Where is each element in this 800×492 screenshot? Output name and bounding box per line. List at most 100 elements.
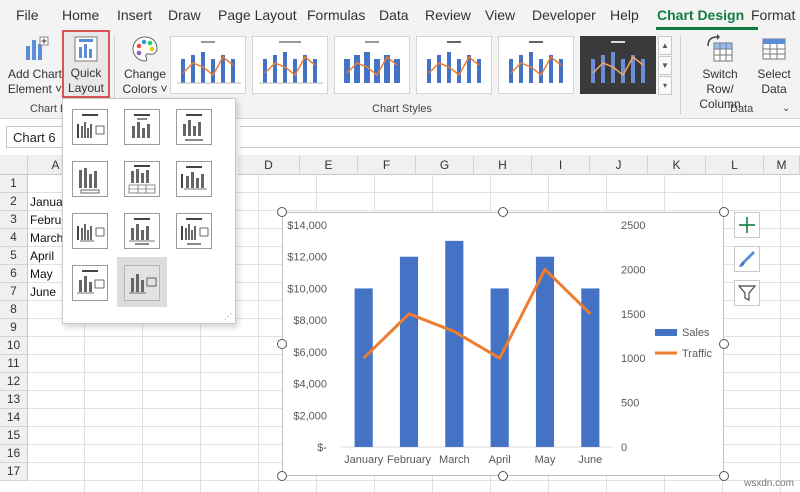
cell-a5[interactable]: April bbox=[30, 249, 54, 263]
chart-style-5-preview bbox=[509, 41, 563, 83]
row-header[interactable]: 17 bbox=[0, 463, 28, 481]
collapse-ribbon-icon[interactable]: ⌄ bbox=[782, 103, 790, 114]
quick-layout-option-11[interactable] bbox=[124, 265, 160, 301]
resize-grip-icon[interactable]: ⋰ bbox=[224, 312, 232, 321]
row-header[interactable]: 6 bbox=[0, 265, 28, 283]
layout-6-preview bbox=[181, 166, 207, 190]
quick-layout-option-4[interactable] bbox=[72, 161, 108, 197]
chart-filters-button[interactable] bbox=[734, 280, 760, 306]
quick-layout-option-10[interactable] bbox=[72, 265, 108, 301]
layout-8-preview bbox=[129, 218, 155, 245]
resize-handle-bottom-left[interactable] bbox=[277, 471, 287, 481]
row-header[interactable]: 2 bbox=[0, 193, 28, 211]
chart-style-1[interactable] bbox=[170, 36, 246, 94]
cell-a7[interactable]: June bbox=[30, 285, 56, 299]
resize-handle-bottom-right[interactable] bbox=[719, 471, 729, 481]
tab-chart-design[interactable]: Chart Design bbox=[657, 7, 744, 23]
tab-file[interactable]: File bbox=[16, 7, 39, 23]
column-header-f[interactable]: F bbox=[358, 155, 416, 175]
row-header[interactable]: 4 bbox=[0, 229, 28, 247]
row-header[interactable]: 10 bbox=[0, 337, 28, 355]
select-all-corner[interactable] bbox=[0, 155, 28, 175]
row-header[interactable]: 15 bbox=[0, 427, 28, 445]
tab-format[interactable]: Format bbox=[751, 7, 795, 23]
row-header[interactable]: 3 bbox=[0, 211, 28, 229]
column-header-l[interactable]: L bbox=[706, 155, 764, 175]
quick-layout-button[interactable]: Quick Layout ˅ bbox=[62, 30, 110, 110]
resize-handle-right[interactable] bbox=[719, 339, 729, 349]
chart-elements-button[interactable] bbox=[734, 212, 760, 238]
gallery-up-button[interactable]: ▲ bbox=[658, 36, 672, 55]
resize-handle-top[interactable] bbox=[498, 207, 508, 217]
x-tick-label: March bbox=[439, 454, 470, 466]
row-header[interactable]: 13 bbox=[0, 391, 28, 409]
tab-home[interactable]: Home bbox=[62, 7, 99, 23]
resize-handle-top-left[interactable] bbox=[277, 207, 287, 217]
resize-handle-bottom[interactable] bbox=[498, 471, 508, 481]
tab-data[interactable]: Data bbox=[379, 7, 409, 23]
combo-chart[interactable]: $- $2,000 $4,000 $6,000 $8,000 $10,000 $12,000… bbox=[282, 212, 724, 476]
add-chart-element-label-1: Add Chart bbox=[7, 67, 63, 81]
ribbon-separator bbox=[680, 36, 681, 114]
row-header[interactable]: 1 bbox=[0, 175, 28, 193]
chart-style-4[interactable] bbox=[416, 36, 492, 94]
quick-layout-option-7[interactable] bbox=[72, 213, 108, 249]
tab-review[interactable]: Review bbox=[425, 7, 471, 23]
y2-tick-label: 1500 bbox=[621, 309, 645, 321]
column-header-k[interactable]: K bbox=[648, 155, 706, 175]
formula-bar[interactable] bbox=[240, 126, 800, 148]
chart-style-2[interactable] bbox=[252, 36, 328, 94]
tab-insert[interactable]: Insert bbox=[117, 7, 152, 23]
row-header[interactable]: 8 bbox=[0, 301, 28, 319]
column-header-g[interactable]: G bbox=[416, 155, 474, 175]
column-header-m[interactable]: M bbox=[764, 155, 800, 175]
row-header[interactable]: 14 bbox=[0, 409, 28, 427]
column-header-d[interactable]: D bbox=[238, 155, 300, 175]
column-header-h[interactable]: H bbox=[474, 155, 532, 175]
column-header-i[interactable]: I bbox=[532, 155, 590, 175]
gallery-more-button[interactable]: ▾ bbox=[658, 76, 672, 95]
gallery-down-button[interactable]: ▼ bbox=[658, 56, 672, 75]
row-header[interactable]: 12 bbox=[0, 373, 28, 391]
y-tick-label: $8,000 bbox=[293, 315, 327, 327]
cell-a6[interactable]: May bbox=[30, 267, 53, 281]
tab-page-layout[interactable]: Page Layout bbox=[218, 7, 297, 23]
column-header-e[interactable]: E bbox=[300, 155, 358, 175]
add-chart-element-button[interactable]: Add Chart Element ˅ bbox=[6, 34, 64, 97]
chart-styles-button[interactable] bbox=[734, 246, 760, 272]
y-tick-label: $2,000 bbox=[293, 410, 327, 422]
quick-layout-option-9[interactable] bbox=[176, 213, 212, 249]
select-data-label-2: Data bbox=[761, 82, 787, 96]
select-data-button[interactable]: Select Data bbox=[754, 34, 794, 97]
filter-icon bbox=[737, 285, 757, 301]
quick-layout-option-2[interactable] bbox=[124, 109, 160, 145]
column-header-j[interactable]: J bbox=[590, 155, 648, 175]
quick-layout-option-3[interactable] bbox=[176, 109, 212, 145]
quick-layout-option-6[interactable] bbox=[176, 161, 212, 197]
quick-layout-menu: ⋰ bbox=[62, 98, 236, 324]
row-header[interactable]: 5 bbox=[0, 247, 28, 265]
row-header[interactable]: 16 bbox=[0, 445, 28, 463]
chart-style-6[interactable] bbox=[580, 36, 656, 94]
tab-draw[interactable]: Draw bbox=[168, 7, 201, 23]
resize-handle-top-right[interactable] bbox=[719, 207, 729, 217]
chart-style-3[interactable] bbox=[334, 36, 410, 94]
quick-layout-option-8[interactable] bbox=[124, 213, 160, 249]
resize-handle-left[interactable] bbox=[277, 339, 287, 349]
row-header[interactable]: 7 bbox=[0, 283, 28, 301]
tab-view[interactable]: View bbox=[485, 7, 515, 23]
tab-help[interactable]: Help bbox=[610, 7, 639, 23]
tab-developer[interactable]: Developer bbox=[532, 7, 596, 23]
row-header[interactable]: 9 bbox=[0, 319, 28, 337]
change-colors-button[interactable]: Change Colors ˅ bbox=[120, 34, 170, 97]
switch-row-column-icon bbox=[707, 34, 733, 62]
switch-row-column-button[interactable]: Switch Row/ Column bbox=[688, 34, 752, 112]
y-tick-label: $10,000 bbox=[287, 283, 327, 295]
cell-a4[interactable]: March bbox=[30, 231, 63, 245]
row-header[interactable]: 11 bbox=[0, 355, 28, 373]
tab-formulas[interactable]: Formulas bbox=[307, 7, 365, 23]
quick-layout-option-1[interactable] bbox=[72, 109, 108, 145]
chart-style-5[interactable] bbox=[498, 36, 574, 94]
quick-layout-option-5[interactable] bbox=[124, 161, 160, 197]
change-colors-label-1: Change bbox=[123, 67, 167, 81]
